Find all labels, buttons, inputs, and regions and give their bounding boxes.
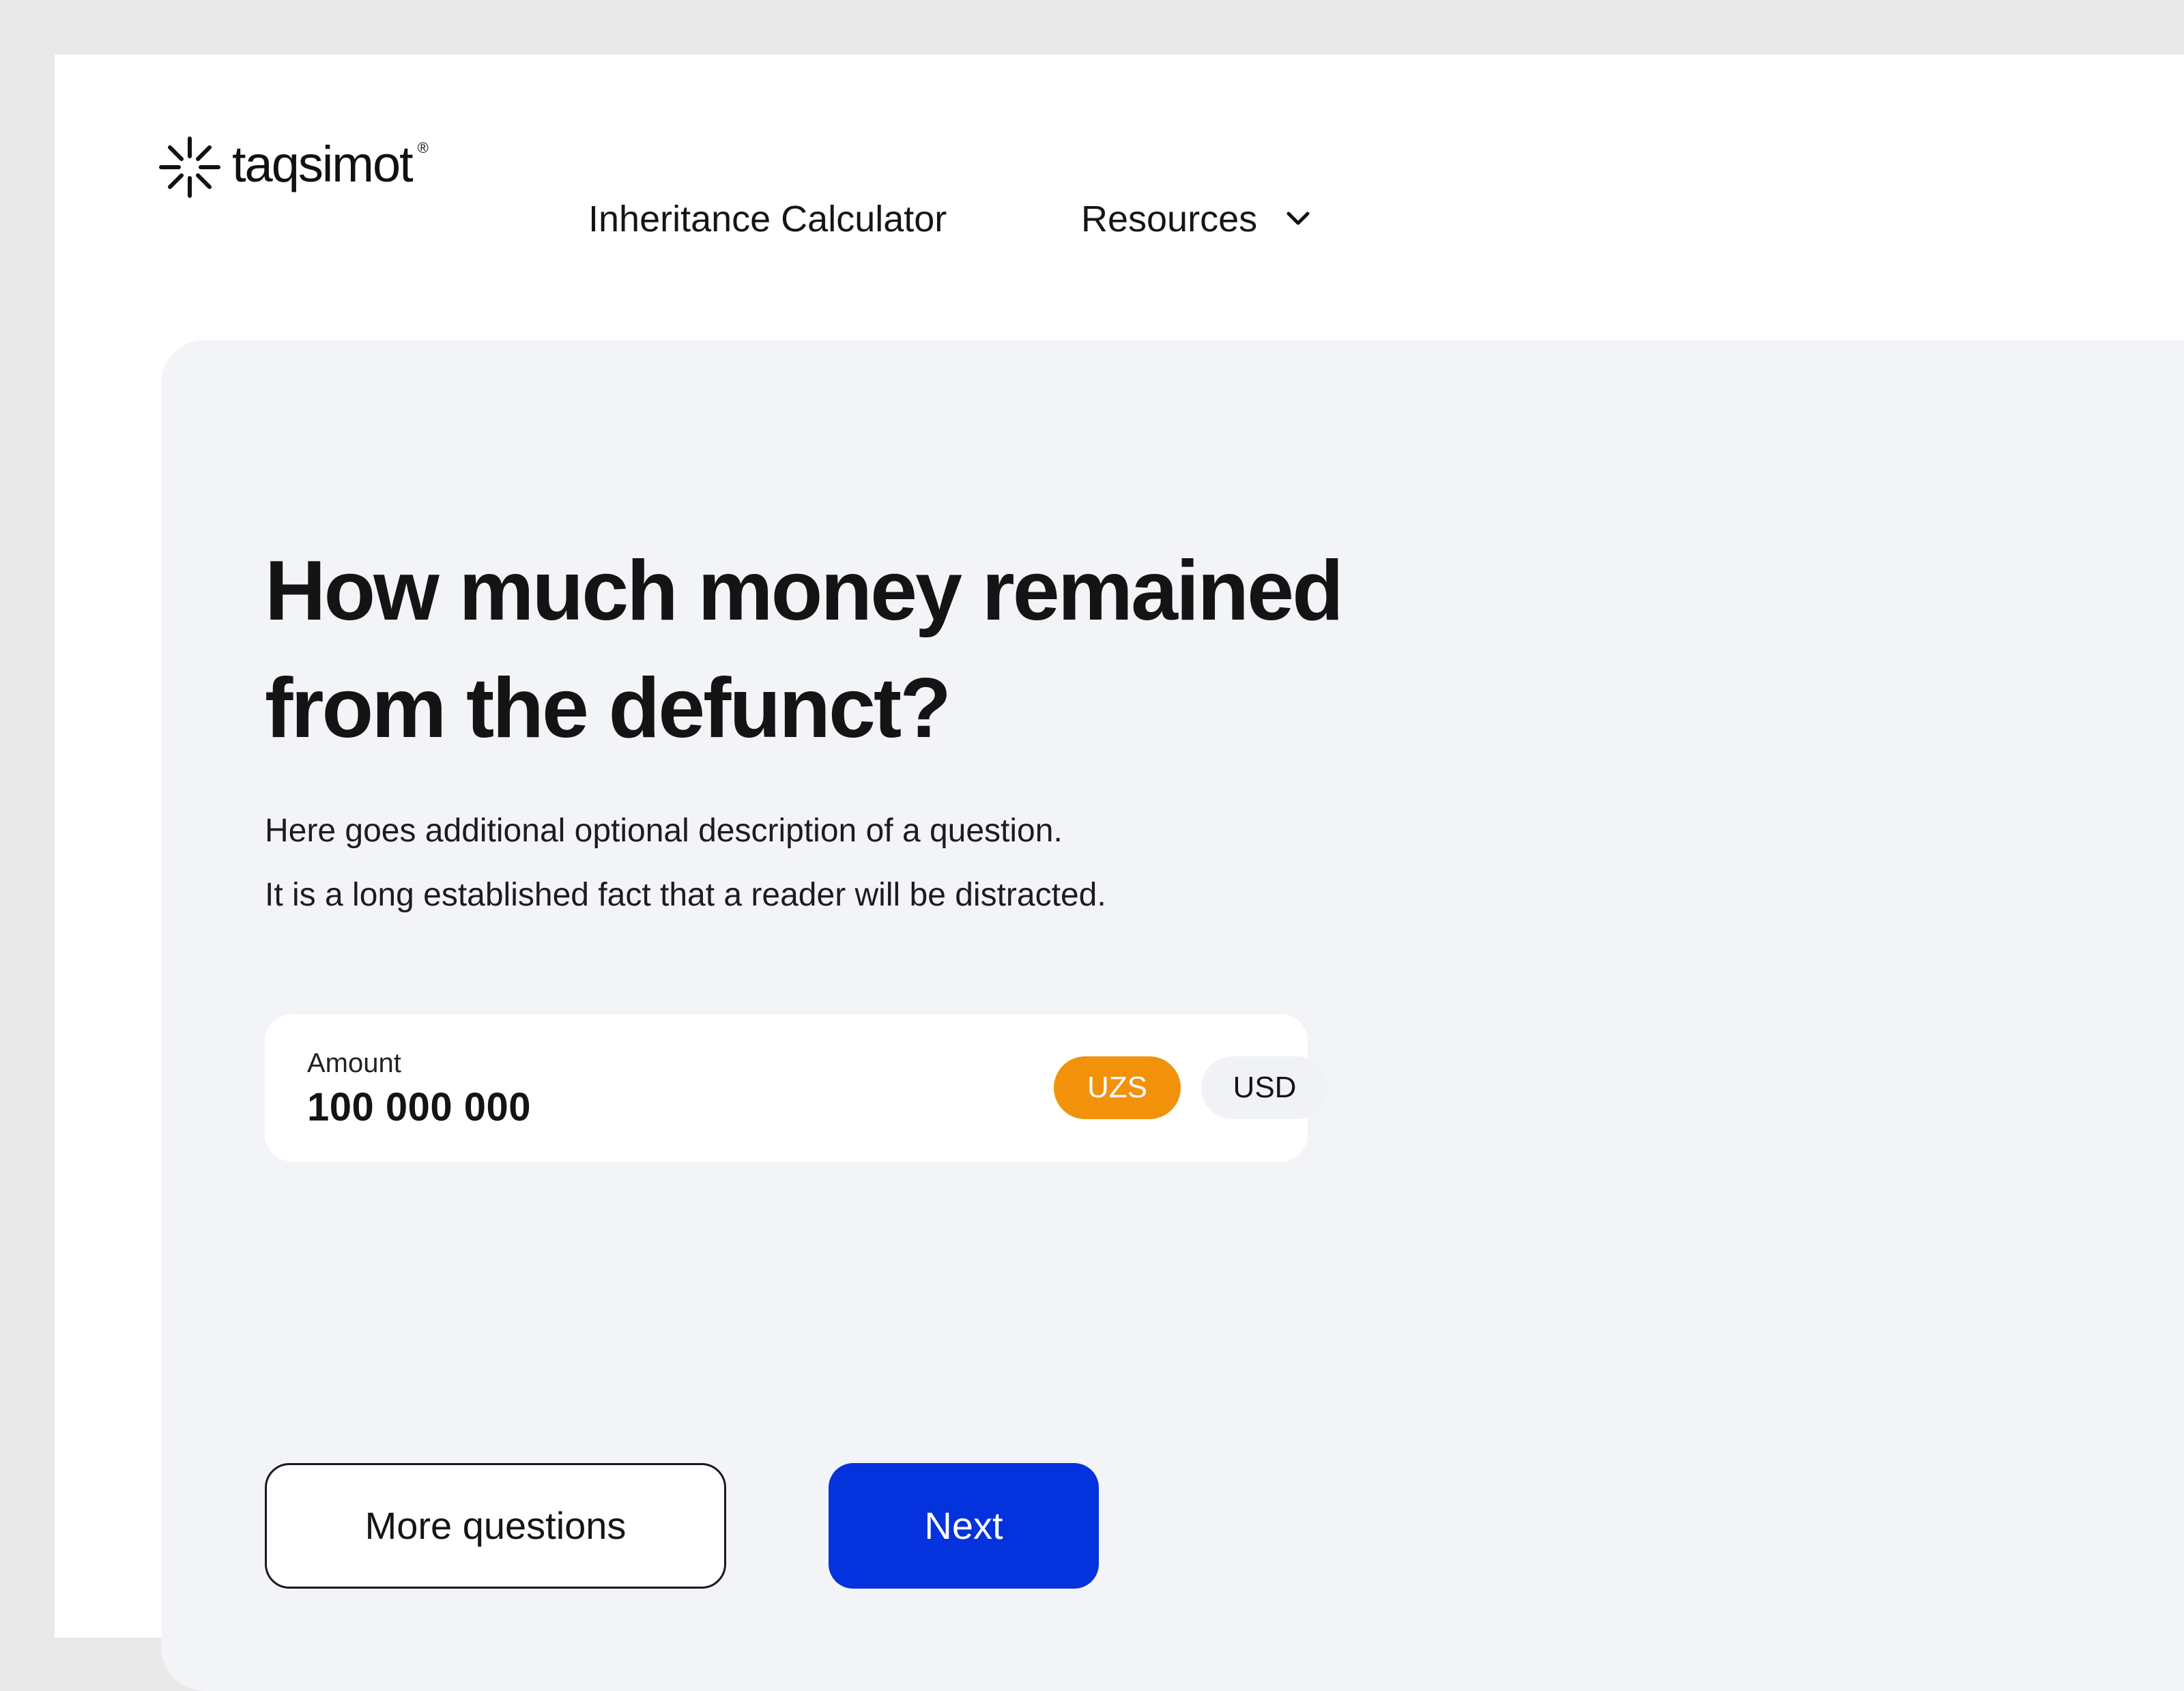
more-questions-button[interactable]: More questions — [265, 1463, 726, 1589]
currency-uzs-toggle[interactable]: UZS — [1054, 1056, 1181, 1119]
question-title: How much money remained from the defunct… — [265, 544, 1344, 755]
logo[interactable]: taqsimot ® — [158, 136, 429, 198]
app-window: taqsimot ® Inheritance Calculator Resour… — [55, 55, 2184, 1691]
next-button[interactable]: Next — [829, 1463, 1099, 1589]
nav-inheritance-calculator[interactable]: Inheritance Calculator — [588, 201, 947, 237]
site-header: taqsimot ® Inheritance Calculator Resour… — [55, 55, 2184, 287]
question-card: How much money remained from the defunct… — [161, 340, 2184, 1691]
currency-usd-toggle[interactable]: USD — [1201, 1056, 1328, 1119]
question-description-line: It is a long established fact that a rea… — [265, 877, 1106, 913]
amount-label: Amount — [307, 1048, 401, 1078]
nav-resources[interactable]: Resources — [1081, 201, 1313, 237]
amount-field[interactable]: Amount 100 000 000 UZS USD — [265, 1014, 1328, 1161]
sunburst-logo-icon — [159, 136, 220, 198]
amount-input[interactable]: 100 000 000 — [307, 1088, 531, 1127]
logo-wordmark: taqsimot — [232, 136, 414, 192]
question-description-line: Here goes additional optional descriptio… — [265, 813, 1063, 849]
nav-resources-label: Resources — [1081, 199, 1258, 240]
chevron-down-icon — [1287, 212, 1310, 225]
registered-mark: ® — [417, 139, 429, 156]
